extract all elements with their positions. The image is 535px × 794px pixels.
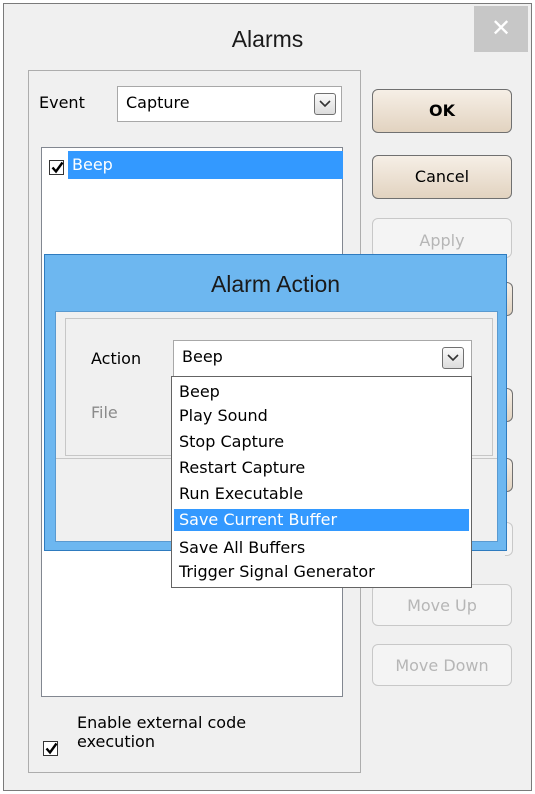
enable-external-code-line1: Enable external code <box>77 713 247 732</box>
action-select[interactable]: Beep <box>173 340 472 377</box>
alarm-item-label: Beep <box>72 155 113 174</box>
event-label: Event <box>39 93 85 112</box>
title-bar[interactable]: Alarms ✕ <box>4 4 531 66</box>
checkmark-icon <box>51 161 64 174</box>
action-dropdown-list[interactable]: Beep Play Sound Stop Capture Restart Cap… <box>171 376 472 588</box>
chevron-down-icon <box>314 93 336 115</box>
dropdown-option-beep[interactable]: Beep <box>174 381 469 403</box>
event-select[interactable]: Capture <box>117 86 342 122</box>
window-title: Alarms <box>231 26 304 52</box>
file-label: File <box>91 403 118 422</box>
close-button[interactable]: ✕ <box>474 6 528 52</box>
dropdown-option-stop-capture[interactable]: Stop Capture <box>174 431 469 453</box>
close-icon: ✕ <box>490 14 512 42</box>
action-select-value: Beep <box>182 347 223 366</box>
move-up-button[interactable]: Move Up <box>372 584 512 626</box>
ok-button[interactable]: OK <box>372 89 512 133</box>
dialog-title: Alarm Action <box>210 271 341 297</box>
dropdown-option-restart-capture[interactable]: Restart Capture <box>174 457 469 479</box>
chevron-down-icon <box>442 347 464 369</box>
dropdown-option-run-executable[interactable]: Run Executable <box>174 483 469 505</box>
alarm-item-checkbox[interactable] <box>49 160 64 175</box>
enable-external-code-checkbox[interactable] <box>43 741 58 756</box>
dropdown-option-save-all-buffers[interactable]: Save All Buffers <box>174 537 469 559</box>
action-label: Action <box>91 349 142 368</box>
dropdown-option-save-current-buffer[interactable]: Save Current Buffer <box>174 509 469 531</box>
move-down-button[interactable]: Move Down <box>372 644 512 686</box>
enable-external-code-line2: execution <box>77 732 155 751</box>
dropdown-option-trigger-signal-generator[interactable]: Trigger Signal Generator <box>174 561 469 583</box>
event-select-value: Capture <box>126 93 190 112</box>
dropdown-option-play-sound[interactable]: Play Sound <box>174 405 469 427</box>
enable-external-code-label: Enable external code execution <box>77 713 246 751</box>
cancel-button[interactable]: Cancel <box>372 155 512 199</box>
apply-button[interactable]: Apply <box>372 218 512 258</box>
list-item[interactable]: Beep <box>68 151 343 179</box>
checkmark-icon <box>45 742 58 755</box>
